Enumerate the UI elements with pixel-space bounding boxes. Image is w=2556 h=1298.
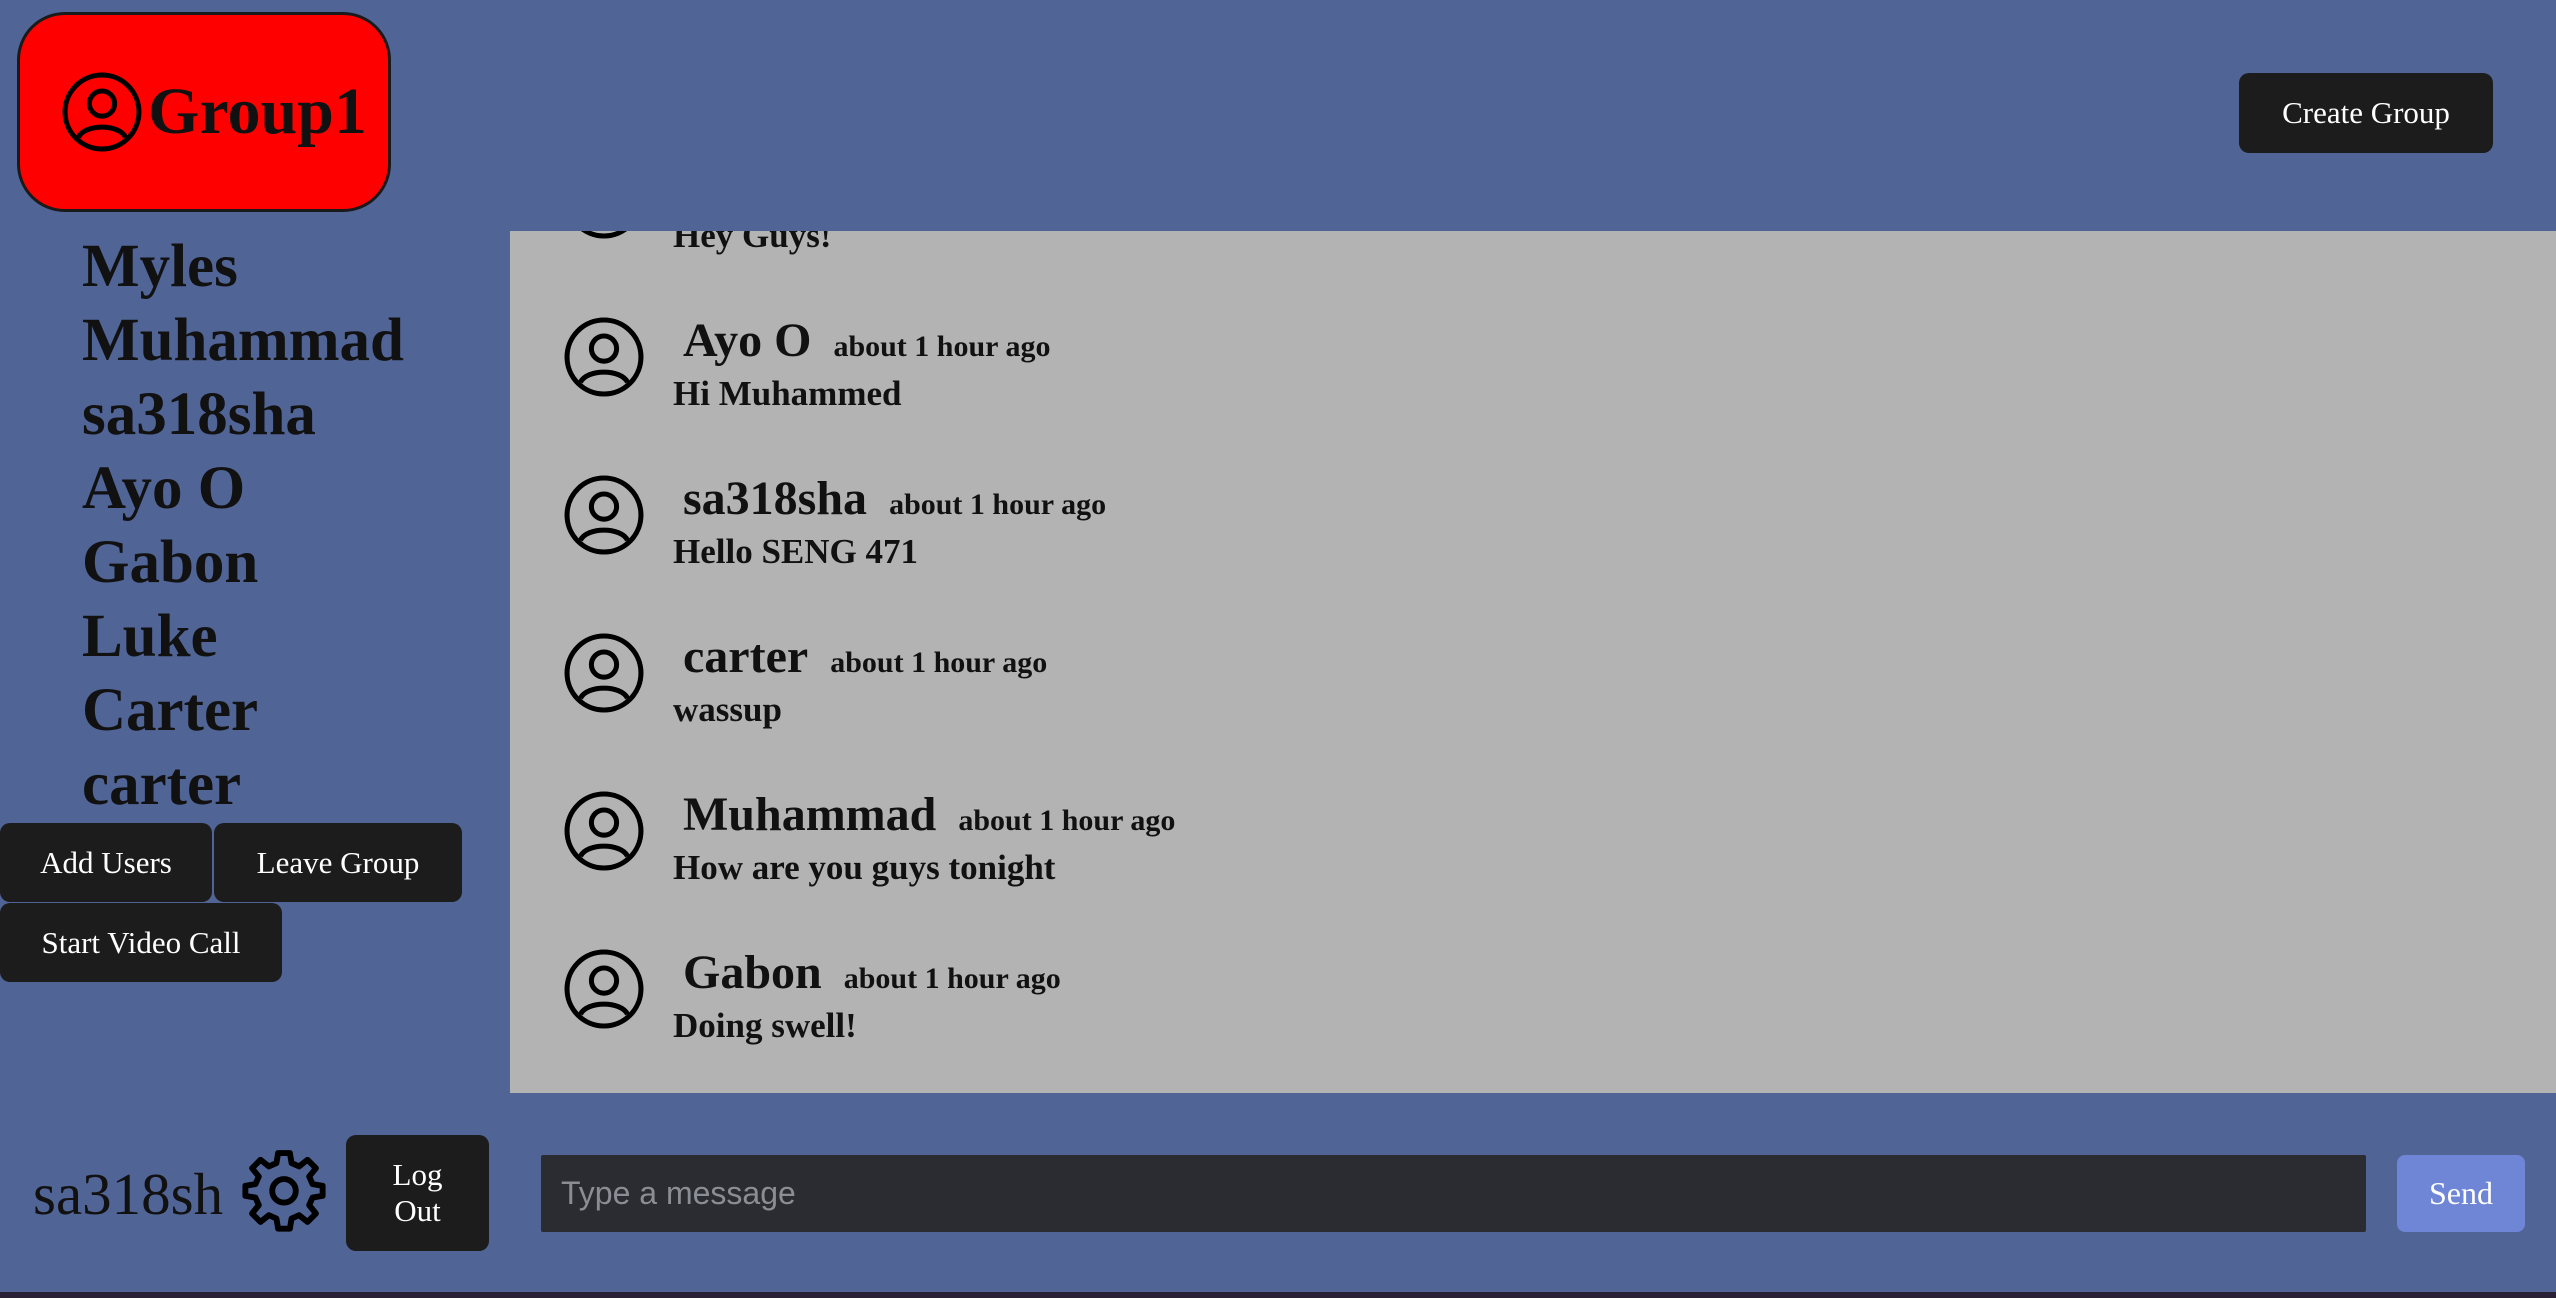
leave-group-button[interactable]: Leave Group [214,823,462,902]
message-item: carter about 1 hour ago wassup [510,555,2556,729]
bottom-divider [0,1292,2556,1298]
user-avatar-icon [562,315,646,399]
member-item[interactable]: Carter [82,674,404,748]
message-author: carter [683,630,809,683]
message-timestamp: about 1 hour ago [889,488,1107,521]
message-author: Muhammad [683,788,937,841]
member-item[interactable]: Luke [82,600,404,674]
message-author: Gabon [683,946,822,999]
user-avatar-icon [562,789,646,873]
group-name: Group1 [148,75,367,148]
member-item[interactable]: Gabon [82,526,404,600]
message-author: sa318sha [683,472,868,525]
group-badge[interactable]: Group1 [17,12,391,212]
send-button[interactable]: Send [2397,1155,2525,1232]
message-timestamp: about 1 hour ago [843,962,1061,995]
message-input[interactable] [541,1155,2366,1232]
member-list: Myles Muhammad sa318sha Ayo O Gabon Luke… [82,230,404,822]
member-item[interactable]: sa318sha [82,378,404,452]
chat-messages-panel[interactable]: Hey Guys! Ayo O about 1 hour ago Hi Muha… [510,231,2556,1093]
user-avatar-icon [562,473,646,557]
message-text: Doing swell! [673,1006,857,1045]
message-item: sa318sha about 1 hour ago Hello SENG 471 [510,397,2556,571]
start-video-call-button[interactable]: Start Video Call [0,903,282,982]
logout-button[interactable]: Log Out [346,1135,489,1251]
member-item[interactable]: Myles [82,230,404,304]
message-author: Ayo O [683,314,812,367]
add-users-button[interactable]: Add Users [0,823,212,902]
message-item: Gabon about 1 hour ago Doing swell! [510,871,2556,1045]
member-item[interactable]: Muhammad [82,304,404,378]
message-timestamp: about 1 hour ago [830,646,1048,679]
message-timestamp: about 1 hour ago [958,804,1176,837]
user-avatar-icon [562,631,646,715]
member-item[interactable]: carter [82,748,404,822]
current-username: sa318sh [33,1161,224,1227]
user-avatar-icon [562,947,646,1031]
gear-icon[interactable] [242,1148,326,1232]
message-item: Ayo O about 1 hour ago Hi Muhammed [510,239,2556,413]
message-item: Muhammad about 1 hour ago How are you gu… [510,713,2556,887]
message-timestamp: about 1 hour ago [833,330,1051,363]
user-circle-icon [60,70,144,154]
create-group-button[interactable]: Create Group [2239,73,2493,153]
member-item[interactable]: Ayo O [82,452,404,526]
